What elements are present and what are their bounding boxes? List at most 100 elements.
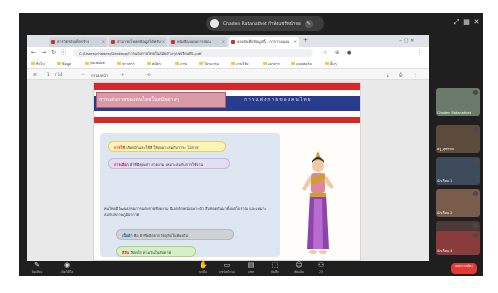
bookmark-item[interactable]: ข้อมูล	[57, 61, 71, 67]
muted-mic-icon	[473, 233, 478, 238]
tab-close-icon[interactable]: ×	[102, 39, 105, 44]
participant-tile[interactable]: Chaden Ratanathet	[436, 88, 480, 116]
pill-label: การเลือก	[114, 162, 129, 167]
content-pill: การเลือก ผ้าที่มีคุณค่า สวยงาม เหมาะสมกั…	[108, 158, 230, 169]
tab-favicon-icon	[111, 40, 115, 44]
forward-icon[interactable]: →	[41, 50, 46, 56]
annotate-icon[interactable]: ✎	[304, 19, 313, 28]
menu-icon[interactable]: ⋮	[417, 50, 422, 56]
participant-name: นักเรียน 1	[437, 179, 453, 183]
reload-icon[interactable]: ↻	[51, 50, 56, 56]
slide-page: การแต่งกายของคนไทยในสมัยต่างๆ การแต่งกาย…	[93, 82, 361, 261]
participant-name: นักเรียน 2	[437, 211, 453, 215]
more-icon: ☺	[295, 261, 303, 269]
hand-icon: ✋	[199, 261, 208, 269]
bookmark-item[interactable]: ทั่วไป	[31, 61, 44, 67]
leave-button[interactable]: ออกจากห้อง	[451, 263, 477, 274]
zoom-level[interactable]: กรอบหน้า	[91, 72, 108, 79]
pdf-toolbar: ☰ 1 / 14 − กรอบหน้า + ⟲ ⤓ ⎙ ⋮	[27, 69, 429, 80]
bookmark-item[interactable]: โปรแกรม	[199, 61, 219, 67]
muted-mic-icon	[473, 159, 478, 164]
raise-hand-button[interactable]: ✋ ยกมือ	[191, 262, 215, 275]
people-icon: ⚇	[317, 261, 325, 269]
presenter-indicator[interactable]: Chaden Ratanathet กำลังแชร์หน้าจอ ✎	[206, 16, 324, 31]
download-icon[interactable]: ⤓	[387, 72, 389, 77]
meeting-window: Chaden Ratanathet กำลังแชร์หน้าจอ ✎ ⤢ ▦ …	[19, 13, 483, 276]
more-options-icon[interactable]: ⋮	[413, 72, 417, 77]
decorative-script-text: การแต่งกายของคนไทย	[244, 97, 312, 103]
extensions-icon[interactable]: ⊕	[335, 50, 339, 56]
pill-text: ผ้าที่มีคุณค่า สวยงาม เหมาะสมกับการใช้งา…	[129, 162, 204, 167]
info-icon[interactable]: ⓘ	[61, 50, 66, 56]
tab-close-icon[interactable]: ×	[162, 39, 165, 44]
mute-button[interactable]: ✎ ปิดเสียง	[25, 262, 49, 275]
meeting-toolbar: ✎ ปิดเสียง ◉ เปิดวิดีโอ ✋ ยกมือ ▭ แชร์หน…	[19, 261, 483, 276]
pill-label: สีสัน	[122, 250, 130, 255]
bookmark-item[interactable]: แบบฟอร์ม	[291, 61, 312, 67]
star-icon[interactable]: ☆	[323, 50, 327, 56]
thai-dancer-illustration	[302, 151, 334, 254]
bookmark-item[interactable]: ข่าวสาร	[117, 61, 135, 67]
muted-mic-icon	[473, 223, 478, 228]
pill-text: คือ ผ้าที่ผลิตจากวัตถุดิบในท้องถิ่น	[133, 233, 189, 238]
screenshot-frame: Chaden Ratanathet กำลังแชร์หน้าจอ ✎ ⤢ ▦ …	[0, 0, 498, 293]
video-button[interactable]: ◉ เปิดวิดีโอ	[55, 262, 79, 275]
pill-label: เนื้อผ้า	[122, 233, 133, 238]
slide-paragraph: คนไทยมีวัฒนธรรมการแต่งกายที่งดงาม มีเอกล…	[104, 206, 267, 217]
presenter-avatar	[210, 19, 219, 28]
browser-tab-active[interactable]: ลองบันทึกข้อมูลนี้ - การวางแผน ×	[229, 37, 299, 47]
print-icon[interactable]: ⎙	[399, 72, 402, 77]
rotate-icon[interactable]: ⟲	[147, 72, 150, 77]
browser-tab-strip: สารวัตรลับเด็กกร้าง × สามารถโหลดข้อมูลได…	[27, 35, 429, 47]
content-pill: เนื้อผ้า คือ ผ้าที่ผลิตจากวัตถุดิบในท้อง…	[116, 229, 234, 240]
participant-tile[interactable]: ครู_สุพรรณ	[436, 125, 480, 153]
share-screen-button[interactable]: ▭ แชร์หน้าจอ	[215, 262, 239, 275]
expand-icon[interactable]: ⤢	[453, 19, 460, 26]
record-icon: ⬚	[271, 261, 279, 269]
content-pill: สีสัน สีสดใส ตามวันในสัปดาห์	[116, 246, 196, 257]
tab-favicon-icon	[51, 40, 55, 44]
browser-tab[interactable]: สารวัตรลับเด็กกร้าง ×	[49, 37, 107, 47]
pill-label: การใช้	[114, 145, 125, 150]
sidebar-toggle-icon[interactable]: ☰	[33, 72, 37, 77]
bookmarks-bar: ทั่วไป ข้อมูล youtube ข่าวสาร สมัคร ภาพ …	[27, 59, 429, 69]
profile-icon[interactable]: ●	[347, 50, 351, 56]
more-button[interactable]: ☺ เพิ่มเติม	[287, 262, 311, 275]
grid-icon[interactable]: ▦	[463, 19, 470, 26]
chat-button[interactable]: ▤ แชท	[239, 262, 263, 275]
bookmark-item[interactable]: สมัคร	[147, 61, 161, 67]
participants-panel: Chaden Ratanathet ครู_สุพรรณ นักเรียน 1 …	[432, 35, 483, 261]
meeting-top-bar: Chaden Ratanathet กำลังแชร์หน้าจอ ✎ ⤢ ▦ …	[19, 13, 483, 35]
participant-name: Chaden Ratanathet	[437, 111, 472, 115]
tab-label: สารวัตรลับเด็กกร้าง	[57, 39, 90, 44]
participant-tile[interactable]: นักเรียน 2	[436, 189, 480, 217]
participant-name: นักเรียน 4	[437, 249, 453, 253]
participants-button[interactable]: ⚇ 25	[309, 261, 333, 275]
bookmark-item[interactable]: ภาพ	[175, 61, 187, 67]
close-icon[interactable]: ✕	[473, 19, 480, 26]
bookmark-item[interactable]: อื่นๆ	[325, 61, 337, 67]
browser-address-bar: ← → ↻ ⓘ C:/Users/chaden/Desktop/การแต่งก…	[27, 47, 429, 59]
new-tab-icon[interactable]: +	[303, 38, 308, 44]
camera-icon: ◉	[63, 261, 71, 269]
bookmark-item[interactable]: youtube	[85, 61, 105, 65]
muted-mic-icon	[473, 191, 478, 196]
participant-tile[interactable]: นักเรียน 1	[436, 157, 480, 185]
window-controls-icon[interactable]: ‒ ▢ ✕	[399, 38, 414, 44]
bookmark-item[interactable]: งานวิจัย	[231, 61, 248, 67]
zoom-out-icon[interactable]: −	[81, 72, 84, 77]
bookmark-item[interactable]: เอกสาร	[263, 61, 280, 67]
browser-tab[interactable]: สามารถโหลดข้อมูลได้ครับ ×	[109, 37, 167, 47]
tab-label: ลองบันทึกข้อมูลนี้ - การวางแผน	[237, 39, 290, 44]
zoom-in-icon[interactable]: +	[121, 72, 124, 77]
record-button[interactable]: ⬚ บันทึก	[263, 262, 287, 275]
page-number[interactable]: 1	[47, 72, 50, 77]
back-icon[interactable]: ←	[31, 50, 36, 56]
participant-tile[interactable]: นักเรียน 4	[436, 231, 480, 255]
url-field[interactable]: C:/Users/chaden/Desktop/การแต่งกายไทยในส…	[73, 49, 313, 57]
tab-label: หนังสือ/แผนการสอน	[177, 39, 211, 44]
browser-tab[interactable]: หนังสือ/แผนการสอน ×	[169, 37, 227, 47]
tab-close-icon[interactable]: ×	[294, 39, 297, 44]
tab-close-icon[interactable]: ×	[222, 39, 225, 44]
pdf-viewport: การแต่งกายของคนไทยในสมัยต่างๆ การแต่งกาย…	[27, 80, 429, 261]
